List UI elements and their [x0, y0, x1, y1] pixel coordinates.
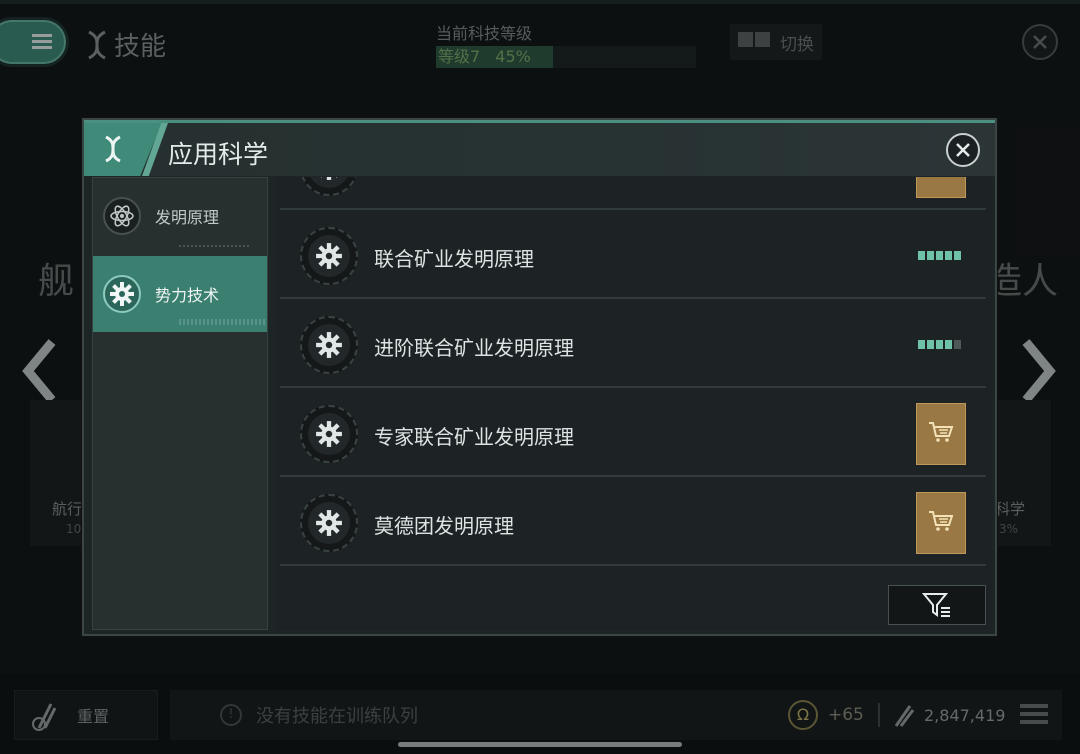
- sidebar-item-label: 发明原理: [155, 208, 220, 227]
- skill-level-pip: [918, 251, 925, 260]
- close-icon: [956, 143, 970, 157]
- skill-level-pip: [945, 340, 952, 349]
- skill-name: 联合矿业发明原理: [374, 247, 534, 271]
- modal-header: 应用科学: [84, 120, 995, 176]
- cart-icon: [928, 177, 954, 180]
- skill-level-pips: [918, 340, 961, 349]
- gear-icon: [103, 275, 141, 313]
- skill-level-pip: [927, 251, 934, 260]
- sidebar-item-faction-tech[interactable]: 势力技术: [93, 256, 267, 332]
- skill-gear-icon: [300, 227, 358, 285]
- skill-row[interactable]: [280, 177, 986, 210]
- buy-skill-button[interactable]: [916, 492, 966, 554]
- skill-level-pip: [936, 340, 943, 349]
- skill-level-pip: [918, 340, 925, 349]
- applied-science-modal: 应用科学 发明原理 势力技术 联合矿业发明原理 进阶联合矿业发明原理 专家联合矿…: [82, 118, 997, 636]
- skills-screen: 技能 当前科技等级 等级7 45% 切换 舰 造人 航行 10 科学 3% 重置…: [0, 0, 1080, 754]
- skill-row[interactable]: 专家联合矿业发明原理: [280, 389, 986, 477]
- skill-name: 进阶联合矿业发明原理: [374, 336, 574, 360]
- sidebar-item-dots: [179, 319, 265, 325]
- skill-row[interactable]: 进阶联合矿业发明原理: [280, 300, 986, 388]
- buy-skill-button[interactable]: [916, 403, 966, 465]
- skill-gear-icon: [300, 494, 358, 552]
- skill-level-pip: [945, 251, 952, 260]
- skill-level-pip: [954, 251, 961, 260]
- modal-title: 应用科学: [168, 140, 269, 169]
- skill-row[interactable]: 联合矿业发明原理: [280, 211, 986, 299]
- skill-name: 莫德团发明原理: [374, 514, 514, 538]
- dna-icon: [105, 135, 121, 163]
- skill-gear-icon: [300, 405, 358, 463]
- skill-name: 专家联合矿业发明原理: [374, 425, 574, 449]
- sidebar-item-invention[interactable]: 发明原理: [93, 178, 267, 254]
- modal-close-button[interactable]: [946, 133, 980, 167]
- skill-gear-icon: [300, 316, 358, 374]
- atom-icon: [103, 197, 141, 235]
- modal-sidebar: 发明原理 势力技术: [92, 177, 268, 630]
- skill-level-pip: [954, 340, 961, 349]
- skill-level-pip: [936, 251, 943, 260]
- filter-button[interactable]: [888, 585, 986, 625]
- skill-gear-icon: [300, 177, 358, 196]
- sidebar-item-label: 势力技术: [155, 286, 220, 305]
- skill-list: 联合矿业发明原理进阶联合矿业发明原理 专家联合矿业发明原理 莫德团发明原理: [276, 177, 993, 630]
- filter-icon: [922, 593, 950, 617]
- cart-icon: [928, 510, 954, 536]
- buy-skill-button[interactable]: [916, 177, 966, 198]
- cart-icon: [928, 421, 954, 447]
- skill-level-pips: [918, 251, 961, 260]
- skill-level-pip: [927, 340, 934, 349]
- sidebar-item-dots: [179, 245, 249, 247]
- skill-row[interactable]: 莫德团发明原理: [280, 478, 986, 566]
